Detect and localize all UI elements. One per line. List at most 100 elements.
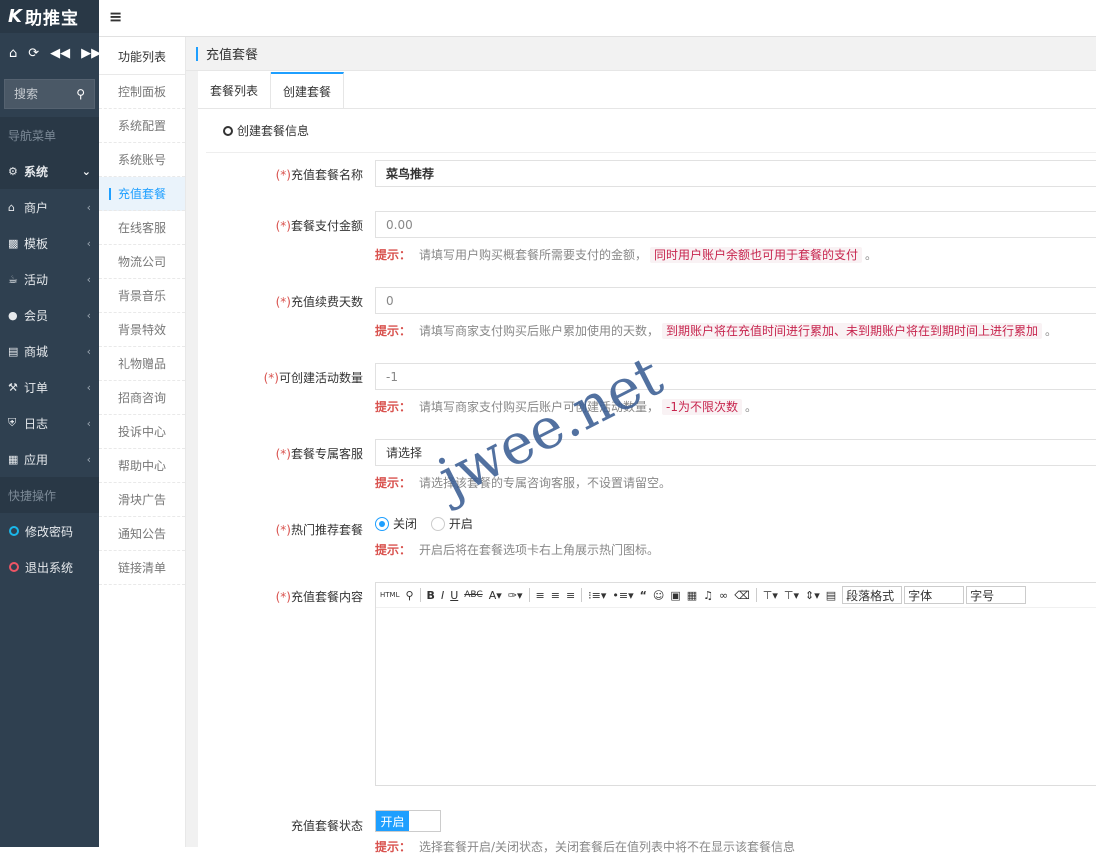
package-name-field[interactable] <box>386 166 1096 181</box>
preview-icon[interactable]: ⚲ <box>405 589 413 602</box>
link-icon[interactable]: ∞ <box>719 589 728 602</box>
emoji-icon[interactable]: ☺ <box>653 589 664 602</box>
price-input[interactable] <box>375 211 1096 238</box>
field-label: (*)充值套餐名称 <box>276 166 363 183</box>
quote-icon[interactable]: “ <box>640 589 647 602</box>
tab-package-list[interactable]: 套餐列表 <box>198 72 272 108</box>
subnav-item[interactable]: 系统账号 <box>99 143 185 177</box>
service-select[interactable]: 请选择 <box>375 439 1096 466</box>
activity-count-field[interactable] <box>386 369 1096 384</box>
label-text: 套餐专属客服 <box>290 447 363 461</box>
price-hint: 提示： 请填写用户购买概套餐所需要支付的金额， 同时用户账户余额也可用于套餐的支付。 <box>375 246 877 263</box>
subnav-item[interactable]: 通知公告 <box>99 517 185 551</box>
sidebar-item-member[interactable]: ● 会员 ‹ <box>0 297 99 333</box>
days-field[interactable] <box>386 293 1096 308</box>
chevron-down-icon: ⌄ <box>81 164 91 178</box>
change-password-link[interactable]: 修改密码 <box>0 513 99 549</box>
field-label: (*)可创建活动数量 <box>264 369 363 386</box>
radio-on[interactable]: 开启 <box>430 515 473 532</box>
breadcrumb-title: 充值套餐 <box>206 48 259 63</box>
video-icon[interactable]: ▦ <box>687 589 697 602</box>
logo[interactable]: K 助推宝 <box>0 0 99 33</box>
required-mark: (*) <box>275 447 291 461</box>
underline-icon[interactable]: U <box>450 589 458 602</box>
activity-count-input[interactable] <box>375 363 1096 390</box>
package-name-input[interactable] <box>375 160 1096 187</box>
search-input[interactable] <box>14 87 69 101</box>
label-text: 充值套餐名称 <box>290 168 363 182</box>
font-color-icon[interactable]: A▾ <box>489 589 502 602</box>
radio-label: 关闭 <box>393 517 418 531</box>
hint-key: 提示： <box>375 543 412 557</box>
subnav-item[interactable]: 在线客服 <box>99 211 185 245</box>
breadcrumb: 充值套餐 <box>186 37 1096 71</box>
italic-icon[interactable]: I <box>441 589 444 602</box>
hint-text: 请填写商家支付购买后账户可创建活动数量， <box>419 400 660 414</box>
align-left-icon[interactable]: ≡ <box>536 589 545 602</box>
ordered-list-icon[interactable]: ⁝≡▾ <box>588 589 606 602</box>
subnav-item[interactable]: 物流公司 <box>99 245 185 279</box>
subnav-item[interactable]: 礼物赠品 <box>99 347 185 381</box>
hint-key: 提示： <box>375 400 412 414</box>
tab-create-package[interactable]: 创建套餐 <box>271 72 345 108</box>
required-mark: (*) <box>275 295 291 309</box>
align-right-icon[interactable]: ≡ <box>566 589 575 602</box>
subnav-item[interactable]: 系统配置 <box>99 109 185 143</box>
sidebar-item-app[interactable]: ▦ 应用 ‹ <box>0 441 99 477</box>
search-icon[interactable]: ⚲ <box>76 87 85 101</box>
trophy-icon: ☕ <box>8 272 18 286</box>
sidebar-item-log[interactable]: ⛨ 日志 ‹ <box>0 405 99 441</box>
subnav-item-active[interactable]: 充值套餐 <box>99 177 185 211</box>
circle-icon <box>223 125 233 136</box>
html-icon[interactable]: HTML <box>380 591 399 599</box>
sidebar-item-activity[interactable]: ☕ 活动 ‹ <box>0 261 99 297</box>
music-icon[interactable]: ♫ <box>703 589 713 602</box>
sidebar-item-template[interactable]: ▩ 模板 ‹ <box>0 225 99 261</box>
chevron-left-icon: ‹ <box>86 236 91 250</box>
subnav-item[interactable]: 滑块广告 <box>99 483 185 517</box>
refresh-icon[interactable]: ⟳ <box>28 46 39 61</box>
subnav-item[interactable]: 控制面板 <box>99 75 185 109</box>
subnav-item[interactable]: 背景音乐 <box>99 279 185 313</box>
unordered-list-icon[interactable]: •≡▾ <box>612 589 633 602</box>
subnav-item[interactable]: 招商咨询 <box>99 381 185 415</box>
cubes-icon: ▦ <box>8 452 19 466</box>
format-icon[interactable]: ▤ <box>826 589 836 602</box>
status-toggle[interactable]: 开启 <box>375 810 441 832</box>
form-legend: 创建套餐信息 <box>206 109 1096 153</box>
bold-icon[interactable]: B <box>427 589 435 602</box>
subnav-item[interactable]: 链接清单 <box>99 551 185 585</box>
indent-icon[interactable]: ⊤▾ <box>763 589 778 602</box>
menu-toggle-icon[interactable]: ≡ <box>109 7 122 26</box>
sidebar-item-system[interactable]: ⚙ 系统 ⌄ <box>0 153 99 189</box>
eraser-icon[interactable]: ⌫ <box>734 589 750 602</box>
sidebar-item-order[interactable]: ⚒ 订单 ‹ <box>0 369 99 405</box>
spacing-icon[interactable]: ⊤▾ <box>784 589 799 602</box>
chevron-left-icon: ‹ <box>86 452 91 466</box>
backward-icon[interactable]: ◀◀ <box>50 46 70 61</box>
align-center-icon[interactable]: ≡ <box>551 589 560 602</box>
subnav-item[interactable]: 背景特效 <box>99 313 185 347</box>
rich-text-editor[interactable]: HTML ⚲ B I U ABC A▾ ✑▾ ≡ ≡ ≡ ⁝≡▾ •≡▾ “ ☺… <box>375 582 1096 786</box>
radio-off[interactable]: 关闭 <box>375 515 417 532</box>
home-icon[interactable]: ⌂ <box>9 46 17 61</box>
logout-link[interactable]: 退出系统 <box>0 549 99 585</box>
line-height-icon[interactable]: ⇕▾ <box>805 589 820 602</box>
strikethrough-icon[interactable]: ABC <box>464 590 482 600</box>
hint-text: 请选择该套餐的专属咨询客服，不设置请留空。 <box>419 476 672 490</box>
days-input[interactable] <box>375 287 1096 314</box>
image-icon[interactable]: ▣ <box>670 589 680 602</box>
subnav-item[interactable]: 帮助中心 <box>99 449 185 483</box>
sidebar-item-label: 日志 <box>24 416 49 431</box>
highlight-icon[interactable]: ✑▾ <box>508 589 523 602</box>
sidebar-item-merchant[interactable]: ⌂ 商户 ‹ <box>0 189 99 225</box>
subnav-item[interactable]: 投诉中心 <box>99 415 185 449</box>
sidebar-item-label: 会员 <box>24 308 49 323</box>
chevron-left-icon: ‹ <box>86 272 91 286</box>
paragraph-format-select[interactable]: 段落格式 <box>842 586 903 604</box>
sidebar-item-mall[interactable]: ▤ 商城 ‹ <box>0 333 99 369</box>
font-size-select[interactable]: 字号 <box>966 586 1027 604</box>
font-select[interactable]: 字体 <box>904 586 965 604</box>
price-field[interactable] <box>386 217 1096 232</box>
legend-text: 创建套餐信息 <box>237 124 310 138</box>
